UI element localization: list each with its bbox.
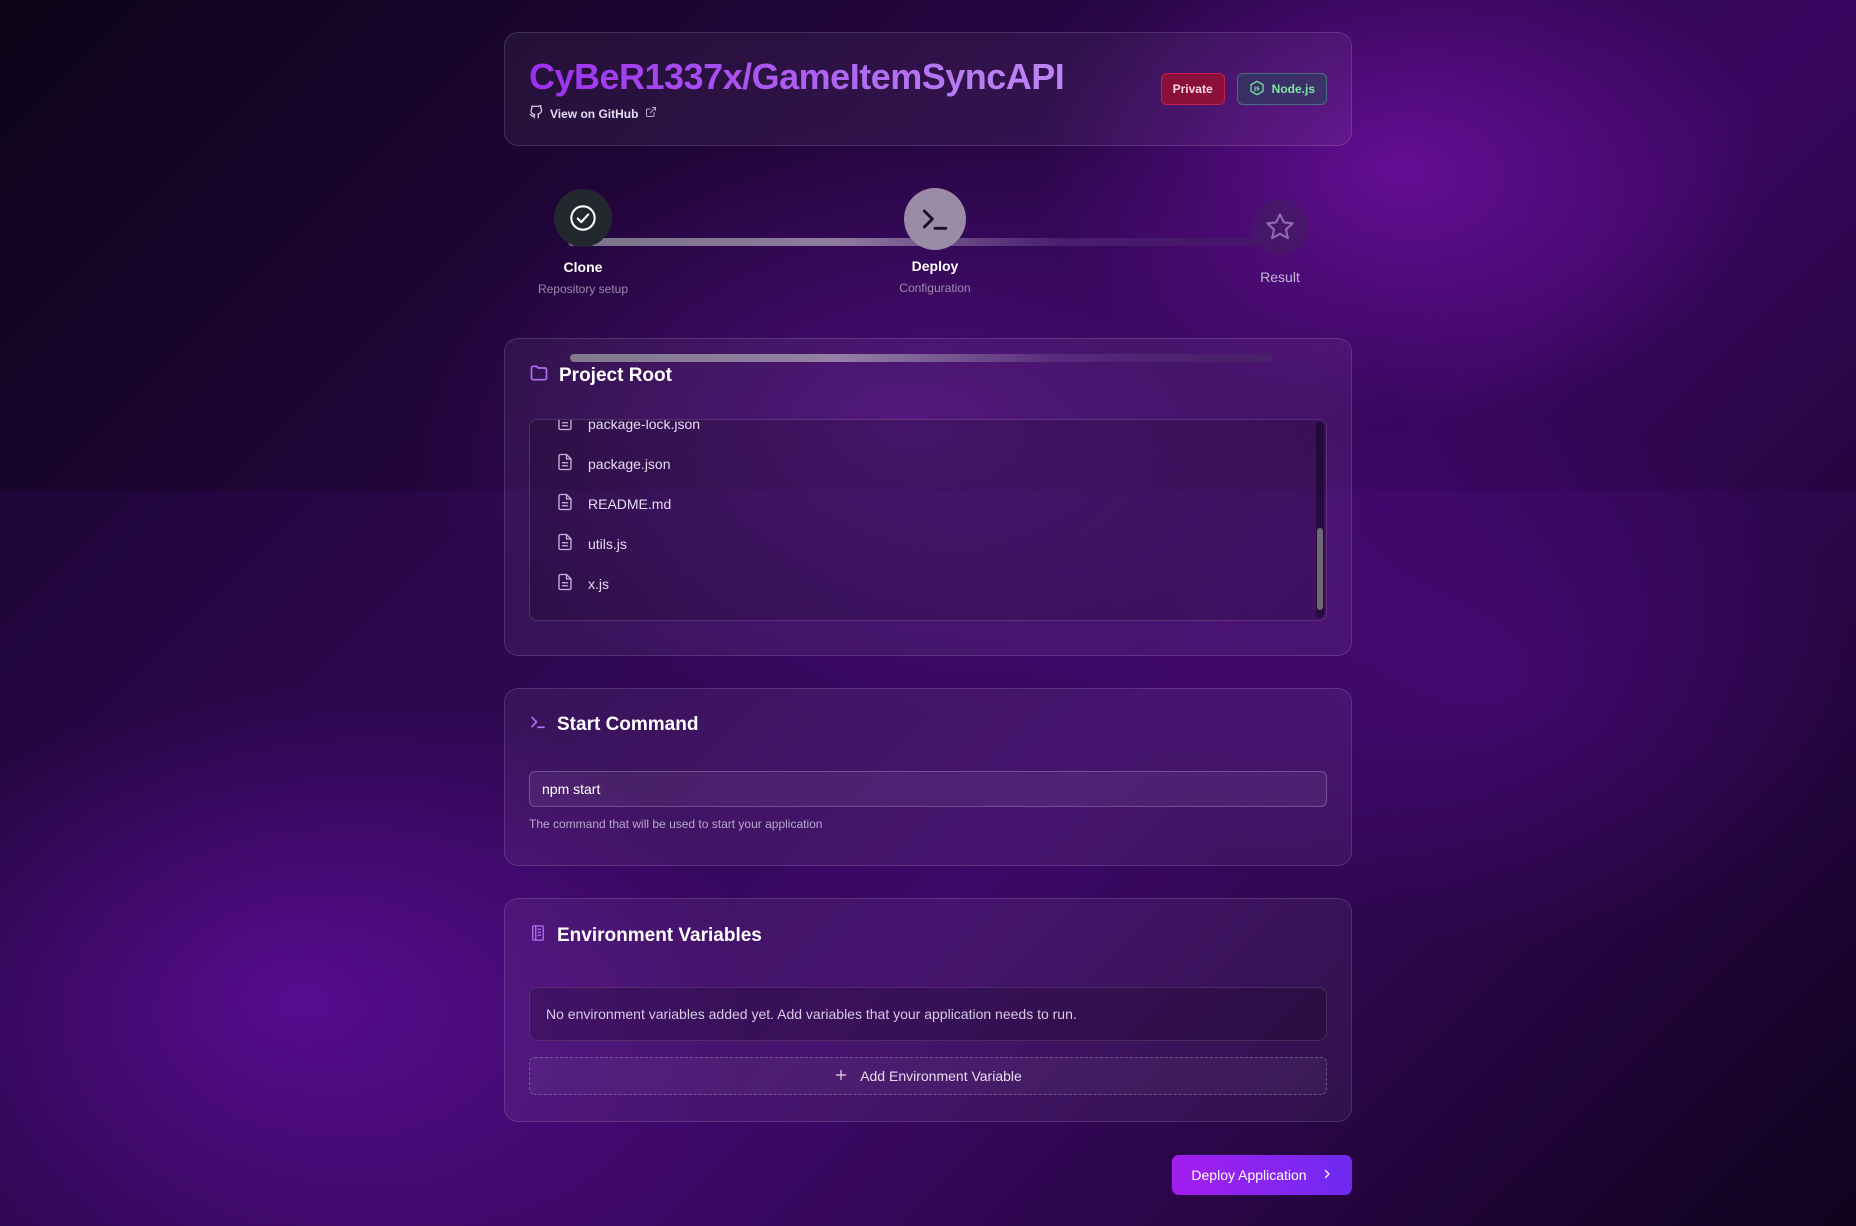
- step-clone-label: Clone: [563, 259, 603, 275]
- file-item[interactable]: package.json: [556, 452, 671, 475]
- nodejs-icon: JS: [1249, 80, 1265, 99]
- file-name: package.json: [588, 455, 671, 472]
- file-icon: [556, 532, 574, 555]
- github-icon: [529, 104, 543, 122]
- view-on-github-link[interactable]: View on GitHub: [529, 104, 1327, 122]
- chevron-right-icon: [1321, 1167, 1333, 1183]
- env-empty-state: No environment variables added yet. Add …: [529, 987, 1327, 1041]
- nodejs-badge: JS Node.js: [1236, 73, 1327, 105]
- check-circle-icon: [554, 189, 612, 247]
- project-root-card: Project Root package-lock.json package.j…: [504, 338, 1352, 656]
- start-command-help: The command that will be used to start y…: [529, 817, 823, 831]
- file-item[interactable]: package-lock.json: [556, 419, 701, 435]
- view-on-github-label: View on GitHub: [550, 106, 639, 121]
- start-command-title-text: Start Command: [557, 714, 699, 735]
- star-icon: [1252, 199, 1308, 255]
- terminal-icon: [529, 713, 547, 737]
- private-badge: Private: [1160, 73, 1225, 105]
- step-deploy-sub: Configuration: [899, 281, 971, 295]
- step-deploy-label: Deploy: [911, 258, 959, 274]
- project-root-title: Project Root: [529, 363, 1327, 389]
- start-command-value: npm start: [542, 781, 601, 797]
- step-result[interactable]: Result: [1200, 199, 1360, 285]
- repo-badges: Private JS Node.js: [1160, 73, 1327, 105]
- env-vars-title: Environment Variables: [529, 923, 1327, 949]
- terminal-icon: [904, 188, 966, 250]
- start-command-card: Start Command npm start The command that…: [504, 688, 1352, 866]
- file-list-scroll-thumb[interactable]: [1317, 528, 1323, 610]
- file-name: README.md: [588, 495, 672, 512]
- file-list-scrollbar[interactable]: [1316, 422, 1324, 618]
- file-list[interactable]: package-lock.json package.json README.md…: [529, 419, 1327, 621]
- start-command-input[interactable]: npm start: [529, 771, 1327, 807]
- step-deploy[interactable]: Deploy Configuration: [855, 188, 1015, 295]
- env-vars-card: Environment Variables No environment var…: [504, 898, 1352, 1122]
- repo-header: CyBeR1337x/GameItemSyncAPI View on GitHu…: [504, 32, 1352, 146]
- env-file-icon: [529, 923, 547, 949]
- nodejs-badge-label: Node.js: [1271, 82, 1315, 96]
- file-icon: [556, 492, 574, 515]
- add-env-variable-label: Add Environment Variable: [860, 1068, 1022, 1084]
- env-vars-title-text: Environment Variables: [557, 925, 762, 946]
- plus-icon: [834, 1068, 848, 1085]
- file-icon: [556, 452, 574, 475]
- file-item[interactable]: README.md: [556, 492, 671, 515]
- file-name: utils.js: [588, 535, 627, 552]
- deploy-application-label: Deploy Application: [1191, 1167, 1307, 1183]
- svg-text:JS: JS: [1253, 86, 1260, 92]
- project-root-title-text: Project Root: [559, 365, 672, 386]
- start-command-title: Start Command: [529, 713, 1327, 737]
- step-result-label: Result: [1260, 269, 1300, 285]
- file-name: package-lock.json: [588, 419, 701, 432]
- private-badge-label: Private: [1172, 82, 1213, 96]
- folder-icon: [529, 363, 549, 389]
- step-clone-sub: Repository setup: [537, 282, 629, 296]
- deploy-application-button[interactable]: Deploy Application: [1172, 1155, 1352, 1195]
- file-name: x.js: [588, 575, 609, 592]
- external-link-icon: [645, 106, 657, 121]
- step-clone[interactable]: Clone Repository setup: [503, 189, 663, 296]
- file-icon: [556, 572, 574, 595]
- file-item[interactable]: utils.js: [556, 532, 627, 555]
- file-item[interactable]: x.js: [556, 572, 609, 595]
- file-icon: [556, 420, 574, 435]
- add-env-variable-button[interactable]: Add Environment Variable: [529, 1057, 1327, 1095]
